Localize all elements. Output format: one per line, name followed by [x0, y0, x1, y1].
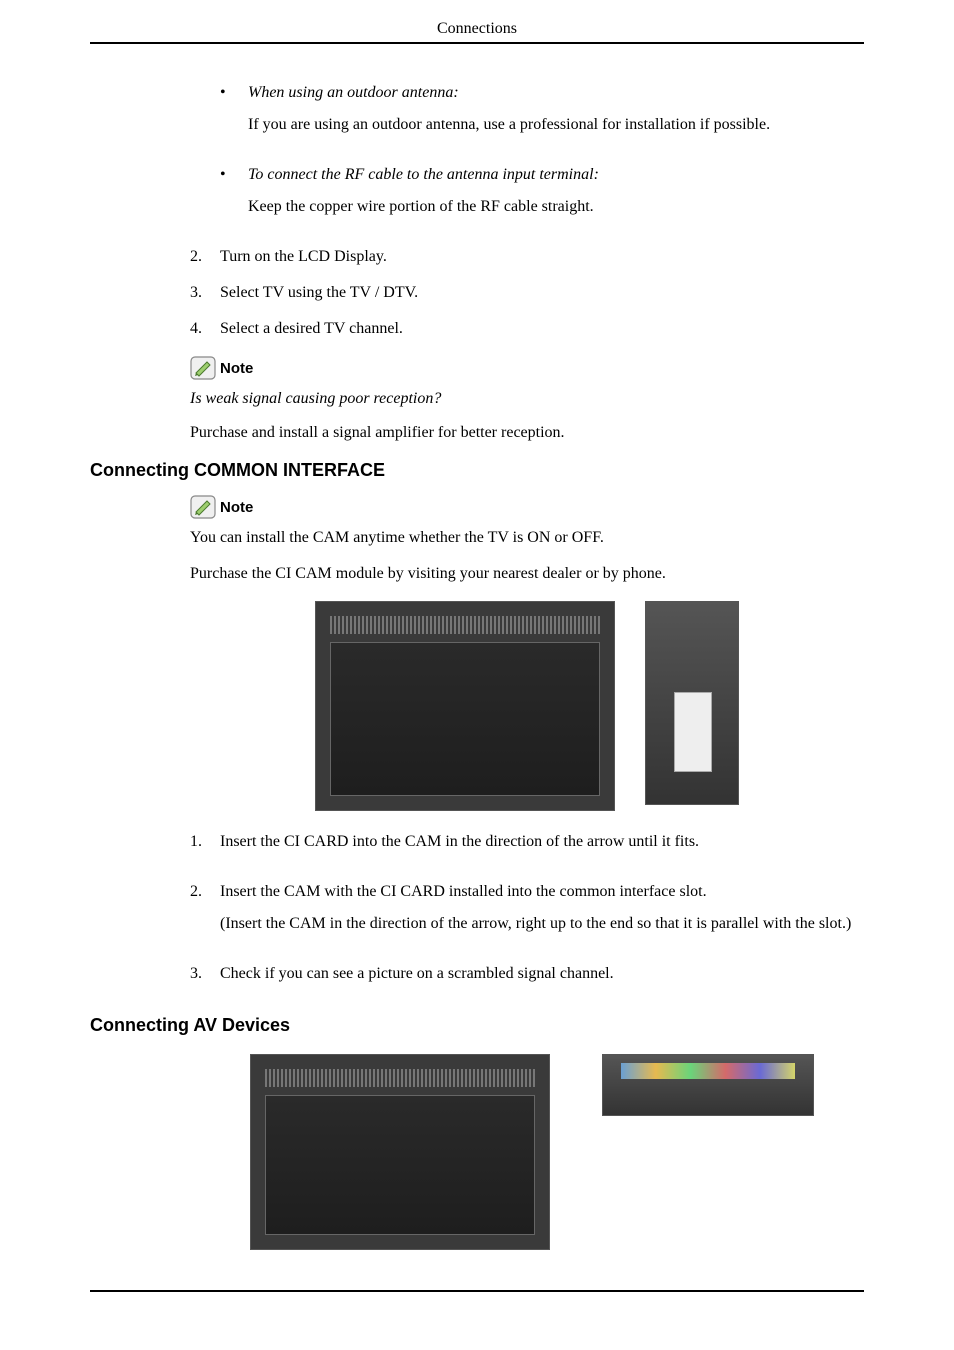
bullet-item: • To connect the RF cable to the antenna…: [220, 166, 864, 230]
list-text: Insert the CI CARD into the CAM in the d…: [220, 833, 864, 851]
bullet-em-text: To connect the RF cable to the antenna i…: [248, 166, 864, 184]
list-item: 3. Select TV using the TV / DTV.: [190, 284, 864, 302]
list-text: Select TV using the TV / DTV.: [220, 284, 418, 301]
list-item: 3. Check if you can see a picture on a s…: [190, 965, 864, 997]
pencil-note-icon: [190, 495, 216, 519]
note-answer: Purchase and install a signal amplifier …: [190, 424, 864, 442]
list-extra-text: (Insert the CAM in the direction of the …: [220, 915, 864, 933]
list-text: Turn on the LCD Display.: [220, 248, 387, 265]
antenna-bullets: • When using an outdoor antenna: If you …: [190, 84, 864, 230]
list-item: 1. Insert the CI CARD into the CAM in th…: [190, 833, 864, 865]
pencil-note-icon: [190, 356, 216, 380]
list-number: 3.: [190, 284, 220, 302]
numbered-steps-ci: 1. Insert the CI CARD into the CAM in th…: [190, 833, 864, 997]
bullet-plain-text: Keep the copper wire portion of the RF c…: [248, 198, 864, 216]
list-number: 2.: [190, 883, 220, 947]
list-text: Insert the CAM with the CI CARD installe…: [220, 883, 864, 901]
bullet-plain-text: If you are using an outdoor antenna, use…: [248, 116, 864, 134]
note-callout: Note: [190, 495, 864, 519]
note-label: Note: [220, 360, 253, 377]
list-number: 4.: [190, 320, 220, 338]
ci-image-row: [190, 601, 864, 811]
list-item: 2. Turn on the LCD Display.: [190, 248, 864, 266]
note-label: Note: [220, 499, 253, 516]
list-number: 1.: [190, 833, 220, 865]
section-heading-av-devices: Connecting AV Devices: [90, 1015, 864, 1036]
bullet-marker: •: [220, 84, 248, 148]
list-text: Select a desired TV channel.: [220, 320, 403, 337]
list-text: Check if you can see a picture on a scra…: [220, 965, 864, 983]
av-image-row: [250, 1054, 864, 1250]
note-callout: Note: [190, 356, 864, 380]
bullet-em-text: When using an outdoor antenna:: [248, 84, 864, 102]
list-number: 3.: [190, 965, 220, 997]
running-header: Connections: [90, 20, 864, 42]
header-rule: [90, 42, 864, 44]
cam-text-1: You can install the CAM anytime whether …: [190, 529, 864, 547]
ci-diagram-card-slot: [645, 601, 739, 805]
bullet-item: • When using an outdoor antenna: If you …: [220, 84, 864, 148]
section-heading-common-interface: Connecting COMMON INTERFACE: [90, 460, 864, 481]
note-question: Is weak signal causing poor reception?: [190, 390, 864, 408]
ci-diagram-tv-rear: [315, 601, 615, 811]
list-item: 2. Insert the CAM with the CI CARD insta…: [190, 883, 864, 947]
cam-text-2: Purchase the CI CAM module by visiting y…: [190, 565, 864, 583]
list-number: 2.: [190, 248, 220, 266]
numbered-steps-first: 2. Turn on the LCD Display. 3. Select TV…: [190, 248, 864, 338]
footer-rule: [90, 1290, 864, 1292]
bullet-marker: •: [220, 166, 248, 230]
av-diagram-device: [602, 1054, 814, 1116]
list-item: 4. Select a desired TV channel.: [190, 320, 864, 338]
av-diagram-tv-rear: [250, 1054, 550, 1250]
